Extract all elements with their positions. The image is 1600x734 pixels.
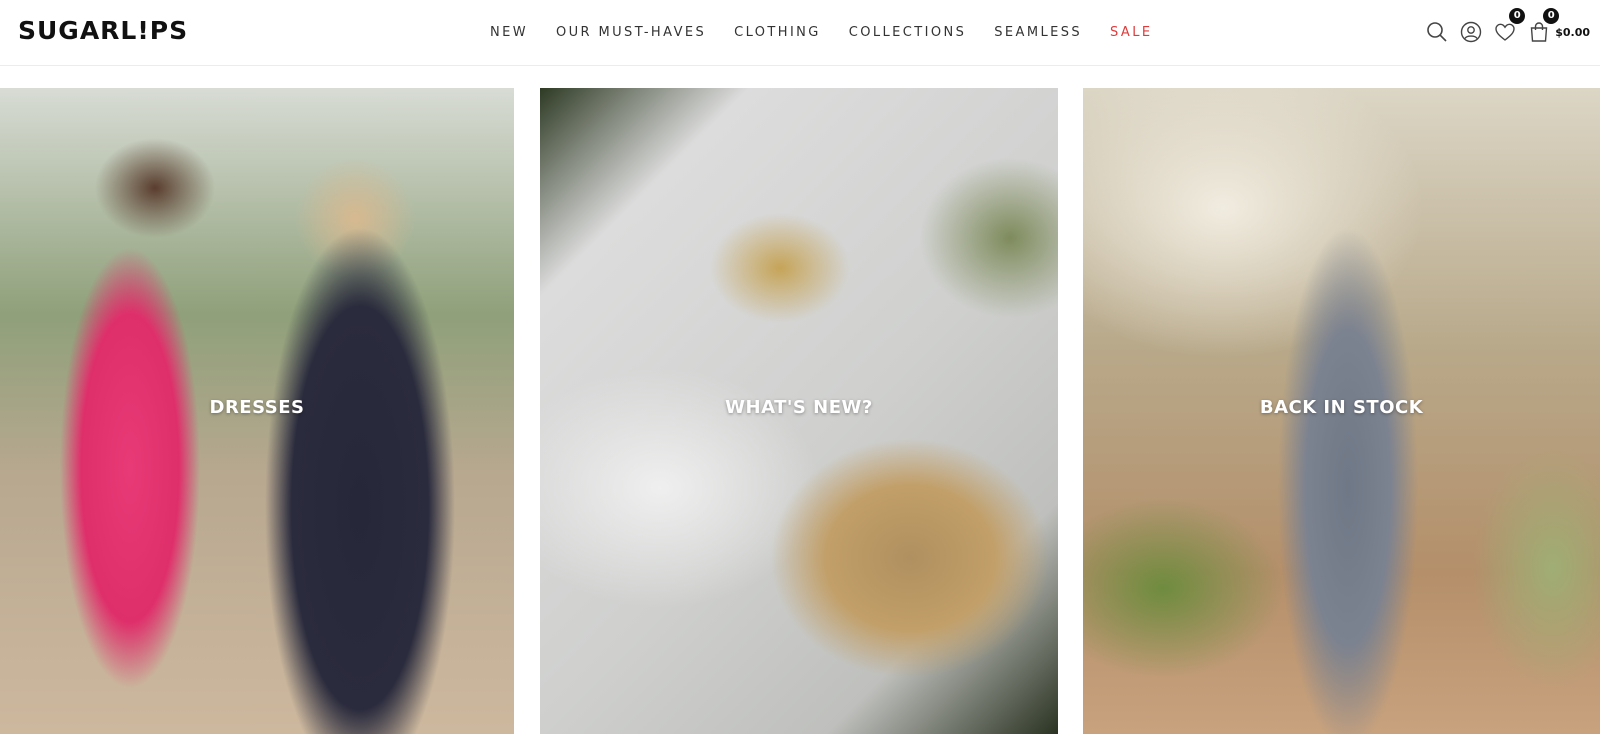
search-icon[interactable] — [1425, 20, 1449, 44]
tile-label: WHAT'S NEW? — [725, 396, 873, 418]
heart-icon — [1495, 23, 1515, 41]
cart-count-badge: 0 — [1543, 8, 1560, 24]
wishlist-button[interactable]: 0 — [1493, 8, 1526, 44]
nav-item-sale[interactable]: SALE — [1110, 25, 1152, 40]
cart-button[interactable]: 0 — [1527, 8, 1560, 44]
tile-label: BACK IN STOCK — [1259, 396, 1424, 418]
nav-item-seamless[interactable]: SEAMLESS — [994, 25, 1082, 40]
main-nav: NEW OUR MUST-HAVES CLOTHING COLLECTIONS … — [490, 0, 1152, 64]
nav-item-clothing[interactable]: CLOTHING — [734, 25, 821, 40]
cart-total[interactable]: $0.00 — [1555, 26, 1590, 39]
nav-item-new[interactable]: NEW — [490, 25, 528, 40]
tile-whats-new[interactable]: WHAT'S NEW? — [540, 88, 1058, 734]
site-header: SUGARL!PS NEW OUR MUST-HAVES CLOTHING CO… — [0, 0, 1600, 66]
category-tiles: DRESSES WHAT'S NEW? BACK IN STOCK — [0, 88, 1600, 734]
tile-label: DRESSES — [209, 396, 305, 418]
nav-item-our-must-haves[interactable]: OUR MUST-HAVES — [556, 25, 706, 40]
user-icon[interactable] — [1459, 20, 1483, 44]
tile-back-in-stock[interactable]: BACK IN STOCK — [1083, 88, 1600, 734]
header-actions: 0 0 $0.00 — [1415, 0, 1590, 64]
nav-item-collections[interactable]: COLLECTIONS — [849, 25, 966, 40]
shopping-bag-icon — [1530, 22, 1548, 42]
wishlist-count-badge: 0 — [1509, 8, 1526, 24]
tile-dresses[interactable]: DRESSES — [0, 88, 514, 734]
brand-logo[interactable]: SUGARL!PS — [18, 16, 188, 46]
